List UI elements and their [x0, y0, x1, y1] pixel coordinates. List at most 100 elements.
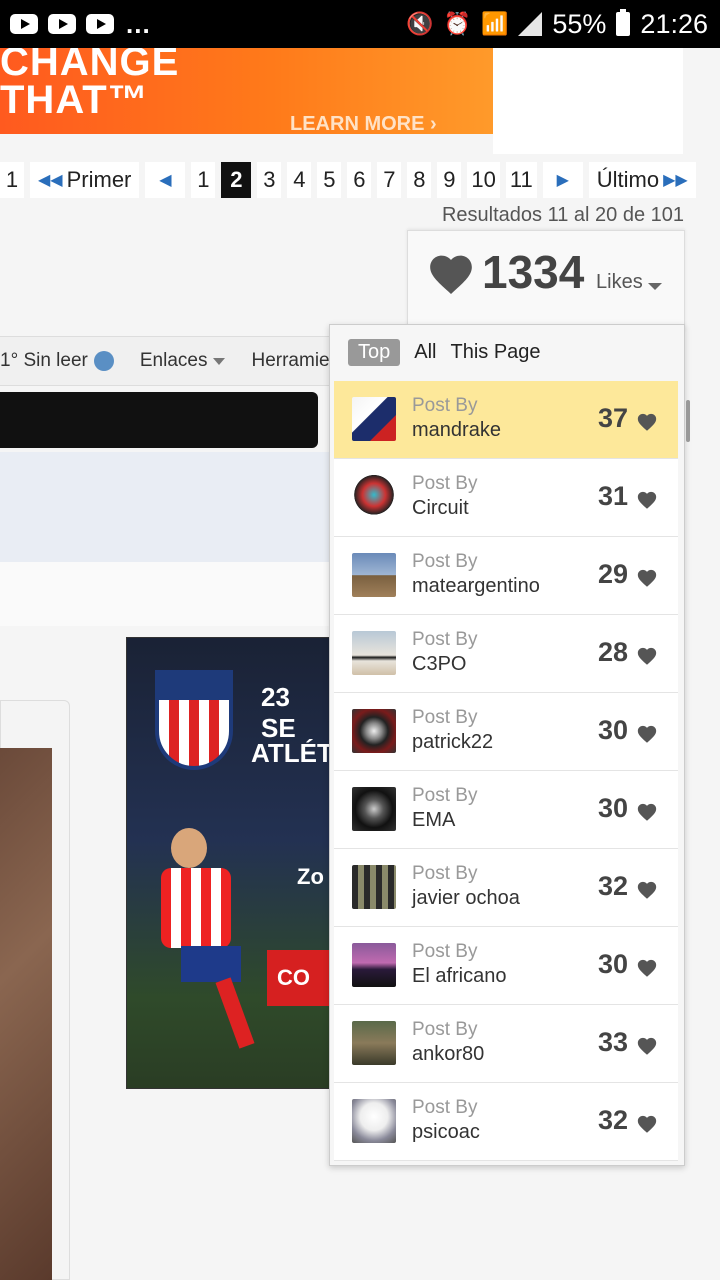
likes-total: 1334	[482, 246, 585, 298]
avatar[interactable]	[352, 397, 396, 441]
post-by-label: Post By	[412, 941, 478, 962]
post-by-label: Post By	[412, 473, 478, 494]
heart-icon	[637, 413, 657, 431]
tab-top[interactable]: Top	[348, 339, 401, 366]
list-item[interactable]: Post By mandrake 37	[334, 381, 678, 459]
post-by-label: Post By	[412, 1097, 478, 1118]
player-figure	[131, 828, 281, 1058]
ad-cta-button[interactable]: CO	[267, 950, 329, 1006]
content-spacer	[0, 562, 330, 626]
username-link[interactable]: psicoac	[412, 1121, 480, 1144]
ad-club-name: ATLÉT	[251, 738, 330, 768]
post-by-label: Post By	[412, 629, 478, 650]
list-item[interactable]: Post By EMA 30	[334, 771, 678, 849]
username-link[interactable]: mateargentino	[412, 575, 540, 598]
list-item[interactable]: Post By psicoac 32	[334, 1083, 678, 1161]
likes-label: Likes	[596, 271, 643, 293]
right-arrow-icon: ▶	[556, 172, 569, 189]
double-right-arrow-icon: ▶▶	[663, 172, 688, 189]
tab-this-page[interactable]: This Page	[450, 341, 540, 364]
ad-learn-more[interactable]: LEARN MORE ›	[290, 113, 437, 134]
page-4[interactable]: 4	[287, 162, 312, 198]
page-link-partial[interactable]: 1	[0, 162, 24, 198]
heart-icon	[637, 647, 657, 665]
likes-dropdown: Top All This Page Post By mandrake 37 Post …	[329, 324, 685, 1166]
avatar[interactable]	[352, 709, 396, 753]
tools-menu[interactable]: Herramie	[251, 350, 329, 372]
list-item[interactable]: Post By ankor80 33	[334, 1005, 678, 1083]
post-by-label: Post By	[412, 785, 478, 806]
list-item[interactable]: Post By El africano 30	[334, 927, 678, 1005]
like-count: 29	[598, 559, 629, 589]
avatar[interactable]	[352, 865, 396, 909]
avatar[interactable]	[352, 1021, 396, 1065]
page-5[interactable]: 5	[317, 162, 342, 198]
list-item[interactable]: Post By javier ochoa 32	[334, 849, 678, 927]
status-bar: ... 🔇 ⏰ 📶 55% 21:26	[0, 0, 720, 48]
ad-headline-2: THAT™	[0, 78, 149, 122]
page-9[interactable]: 9	[437, 162, 462, 198]
clock: 21:26	[640, 8, 708, 39]
avatar[interactable]	[352, 943, 396, 987]
username-link[interactable]: patrick22	[412, 731, 493, 754]
top-banner-ad[interactable]: CHANGE THAT™ LEARN MORE ›	[0, 48, 493, 134]
heart-icon	[637, 1115, 657, 1133]
username-link[interactable]: Circuit	[412, 497, 469, 520]
prev-page-button[interactable]: ◀	[145, 162, 186, 198]
left-arrow-icon: ◀	[159, 172, 172, 189]
page-6[interactable]: 6	[347, 162, 372, 198]
page-7[interactable]: 7	[377, 162, 402, 198]
links-menu[interactable]: Enlaces	[140, 350, 226, 372]
avatar[interactable]	[352, 475, 396, 519]
page-10[interactable]: 10	[467, 162, 500, 198]
alarm-icon: ⏰	[443, 11, 471, 36]
username-link[interactable]: javier ochoa	[412, 887, 520, 910]
like-count: 31	[598, 481, 629, 511]
username-link[interactable]: mandrake	[412, 419, 501, 442]
avatar[interactable]	[352, 553, 396, 597]
post-image	[0, 748, 52, 1280]
tab-all[interactable]: All	[414, 341, 436, 364]
signal-icon	[518, 12, 543, 36]
next-page-button[interactable]: ▶	[542, 162, 583, 198]
post-by-label: Post By	[412, 395, 478, 416]
youtube-notification-icon	[86, 14, 114, 34]
pagination: 1 ◀◀ Primer ◀ 1 2 3 4 5 6 7 8 9 10 11 ▶ …	[0, 160, 702, 200]
likes-summary-button[interactable]: 1334 Likes	[407, 230, 685, 332]
heart-icon	[637, 491, 657, 509]
unread-menu[interactable]: 1° Sin leer	[0, 350, 114, 372]
avatar[interactable]	[352, 631, 396, 675]
list-item[interactable]: Post By C3PO 28	[334, 615, 678, 693]
username-link[interactable]: El africano	[412, 965, 507, 988]
like-count: 32	[598, 871, 629, 901]
battery-percent: 55%	[552, 8, 607, 39]
avatar[interactable]	[352, 1099, 396, 1143]
chevron-down-icon	[648, 283, 662, 290]
like-count: 30	[598, 715, 629, 745]
page-1[interactable]: 1	[191, 162, 216, 198]
scrollbar-thumb[interactable]	[686, 400, 690, 442]
username-link[interactable]: ankor80	[412, 1043, 484, 1066]
username-link[interactable]: C3PO	[412, 653, 466, 676]
page-2-current[interactable]: 2	[221, 162, 252, 198]
page-11[interactable]: 11	[505, 162, 537, 198]
likes-list: Post By mandrake 37 Post By Circuit 31 Post By…	[334, 381, 678, 1161]
page-8[interactable]: 8	[407, 162, 432, 198]
content-panel	[0, 452, 330, 562]
list-item[interactable]: Post By Circuit 31	[334, 459, 678, 537]
first-page-button[interactable]: ◀◀ Primer	[30, 162, 140, 198]
like-count: 28	[598, 637, 629, 667]
forum-navbar: 1° Sin leer Enlaces Herramie	[0, 336, 330, 386]
page-3[interactable]: 3	[257, 162, 282, 198]
ad-date: 23 SE	[261, 682, 296, 743]
avatar[interactable]	[352, 787, 396, 831]
mute-icon: 🔇	[406, 11, 434, 36]
last-page-button[interactable]: Último ▶▶	[588, 162, 696, 198]
youtube-notification-icon	[10, 14, 38, 34]
heart-icon	[637, 959, 657, 977]
dropdown-circle-icon	[93, 351, 114, 371]
list-item[interactable]: Post By mateargentino 29	[334, 537, 678, 615]
list-item[interactable]: Post By patrick22 30	[334, 693, 678, 771]
username-link[interactable]: EMA	[412, 809, 455, 832]
atletico-ad[interactable]: 23 SE ATLÉT Zo CO	[126, 637, 330, 1089]
